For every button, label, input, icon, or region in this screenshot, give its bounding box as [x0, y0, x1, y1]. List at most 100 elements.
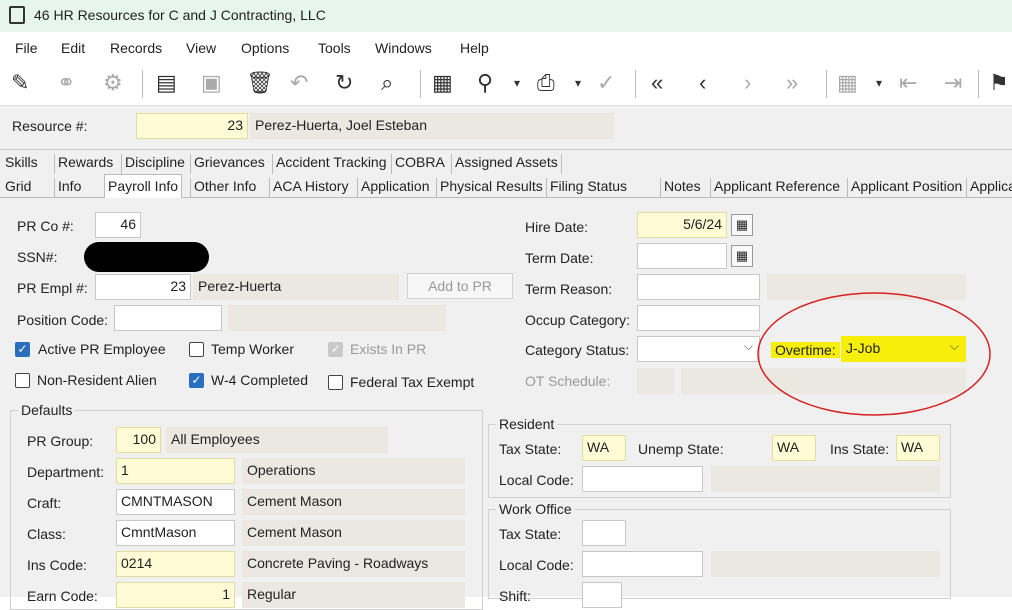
binoculars-icon[interactable]: ⚭: [57, 70, 75, 96]
tab-physical-results[interactable]: Physical Results: [436, 178, 546, 198]
position-code-field[interactable]: [114, 305, 222, 331]
menu-help[interactable]: Help: [460, 40, 489, 56]
term-reason-field[interactable]: [637, 274, 760, 300]
hire-date-field[interactable]: 5/6/24: [637, 212, 727, 238]
tab-row-1: Skills Rewards Discipline Grievances Acc…: [0, 150, 1012, 174]
craft-field[interactable]: CMNTMASON: [116, 489, 235, 515]
tab-other-info[interactable]: Other Info: [190, 178, 259, 198]
menu-options[interactable]: Options: [241, 40, 289, 56]
first-page-icon[interactable]: ⇤: [899, 70, 917, 96]
new-document-icon[interactable]: ▤: [156, 70, 177, 96]
ot-schedule-field: [637, 368, 674, 394]
pr-group-field[interactable]: 100: [116, 427, 161, 453]
delete-icon[interactable]: 🗑: [246, 70, 274, 96]
tab-filing-status[interactable]: Filing Status: [546, 178, 630, 198]
tab-applicant-position[interactable]: Applicant Position: [847, 178, 965, 198]
resource-number-field[interactable]: 23: [136, 113, 248, 139]
occup-category-field[interactable]: [637, 305, 760, 331]
term-date-field[interactable]: [637, 243, 727, 269]
calendar-icon[interactable]: ▦: [731, 245, 753, 267]
class-desc: Cement Mason: [242, 520, 465, 546]
temp-worker-checkbox[interactable]: [189, 342, 204, 357]
search-icon[interactable]: ⌕: [381, 70, 393, 96]
tab-row-2: Grid Info Payroll Info Other Info ACA Hi…: [0, 174, 1012, 199]
department-label: Department:: [27, 464, 105, 480]
attach-icon[interactable]: ⚲: [477, 70, 493, 96]
unemp-state-field[interactable]: WA: [772, 435, 816, 461]
menu-edit[interactable]: Edit: [61, 40, 85, 56]
first-record-icon[interactable]: «: [651, 70, 663, 96]
tab-rewards[interactable]: Rewards: [54, 154, 116, 174]
edit-icon[interactable]: ✎: [11, 70, 29, 96]
tab-accident-tracking[interactable]: Accident Tracking: [272, 154, 390, 174]
class-field[interactable]: CmntMason: [116, 520, 235, 546]
resident-tax-state-label: Tax State:: [499, 441, 562, 457]
menu-tools[interactable]: Tools: [318, 40, 351, 56]
craft-desc: Cement Mason: [242, 489, 465, 515]
ins-code-field[interactable]: 0214: [116, 551, 235, 577]
toolbar: ✎ ⚭ ⚙ ▤ ▣ 🗑 ↶ ↻ ⌕ ▦ ⚲ ▾ ⎙ ▾ ✓ « ‹ › » ▦ …: [0, 62, 1012, 106]
tab-applica[interactable]: Applica: [966, 178, 1012, 198]
toolbar-separator: [826, 70, 827, 98]
non-resident-alien-checkbox[interactable]: [15, 373, 30, 388]
calendar-icon[interactable]: ▦: [731, 214, 753, 236]
w4-completed-label: W-4 Completed: [211, 372, 309, 388]
w4-completed-checkbox[interactable]: ✓: [189, 373, 204, 388]
category-status-select[interactable]: ⌵: [637, 336, 760, 362]
undo-icon[interactable]: ↶: [290, 70, 308, 96]
tab-payroll-info[interactable]: Payroll Info: [104, 174, 183, 199]
ins-state-field[interactable]: WA: [896, 435, 940, 461]
save-icon[interactable]: ▣: [201, 70, 222, 96]
resource-header: Resource #: 23 Perez-Huerta, Joel Esteba…: [0, 106, 1012, 150]
federal-tax-exempt-checkbox[interactable]: [328, 375, 343, 390]
tab-skills[interactable]: Skills: [2, 154, 41, 174]
department-field[interactable]: 1: [116, 458, 235, 484]
tab-cobra[interactable]: COBRA: [391, 154, 448, 174]
prco-label: PR Co #:: [17, 218, 74, 234]
tab-application[interactable]: Application: [357, 178, 433, 198]
work-tax-state-field[interactable]: [582, 520, 626, 546]
tab-assigned-assets[interactable]: Assigned Assets: [451, 154, 562, 174]
grid-settings-icon[interactable]: ▦: [837, 70, 858, 96]
shift-field[interactable]: [582, 582, 622, 608]
refresh-icon[interactable]: ↻: [335, 70, 353, 96]
last-page-icon[interactable]: ⇥: [944, 70, 962, 96]
menu-windows[interactable]: Windows: [375, 40, 432, 56]
prempl-field[interactable]: 23: [95, 274, 191, 300]
spellcheck-icon[interactable]: ✓: [597, 70, 615, 96]
resident-tax-state-field[interactable]: WA: [582, 435, 626, 461]
previous-record-icon[interactable]: ‹: [699, 70, 706, 96]
dropdown-icon[interactable]: ▾: [876, 70, 882, 96]
next-record-icon[interactable]: ›: [744, 70, 751, 96]
tab-notes[interactable]: Notes: [660, 178, 704, 198]
tab-discipline[interactable]: Discipline: [121, 154, 188, 174]
shift-label: Shift:: [499, 588, 531, 604]
dropdown-icon[interactable]: ▾: [514, 70, 520, 96]
resident-local-code-field[interactable]: [582, 466, 703, 492]
tab-info[interactable]: Info: [54, 178, 84, 198]
flag-icon[interactable]: ⚑: [989, 70, 1009, 96]
prco-field[interactable]: 46: [95, 212, 141, 238]
print-icon[interactable]: ⎙: [537, 70, 555, 96]
work-local-code-desc: [711, 551, 940, 577]
menu-records[interactable]: Records: [110, 40, 162, 56]
menu-file[interactable]: File: [15, 40, 38, 56]
calculator-icon[interactable]: ▦: [432, 70, 453, 96]
last-record-icon[interactable]: »: [786, 70, 798, 96]
work-local-code-field[interactable]: [582, 551, 703, 577]
defaults-title: Defaults: [18, 402, 76, 418]
settings-icon[interactable]: ⚙: [103, 70, 123, 96]
tab-aca-history[interactable]: ACA History: [269, 178, 351, 198]
resident-local-code-label: Local Code:: [499, 472, 574, 488]
toolbar-separator: [635, 70, 636, 98]
active-pr-employee-checkbox[interactable]: ✓: [15, 342, 30, 357]
menu-view[interactable]: View: [186, 40, 216, 56]
ot-schedule-label: OT Schedule:: [525, 373, 611, 389]
menu-bar: File Edit Records View Options Tools Win…: [0, 32, 1012, 62]
add-to-pr-button[interactable]: Add to PR: [407, 273, 513, 299]
tab-grid[interactable]: Grid: [2, 178, 34, 198]
tab-grievances[interactable]: Grievances: [190, 154, 268, 174]
earn-code-field[interactable]: 1: [116, 582, 235, 608]
tab-applicant-reference[interactable]: Applicant Reference: [710, 178, 843, 198]
dropdown-icon[interactable]: ▾: [575, 70, 581, 96]
